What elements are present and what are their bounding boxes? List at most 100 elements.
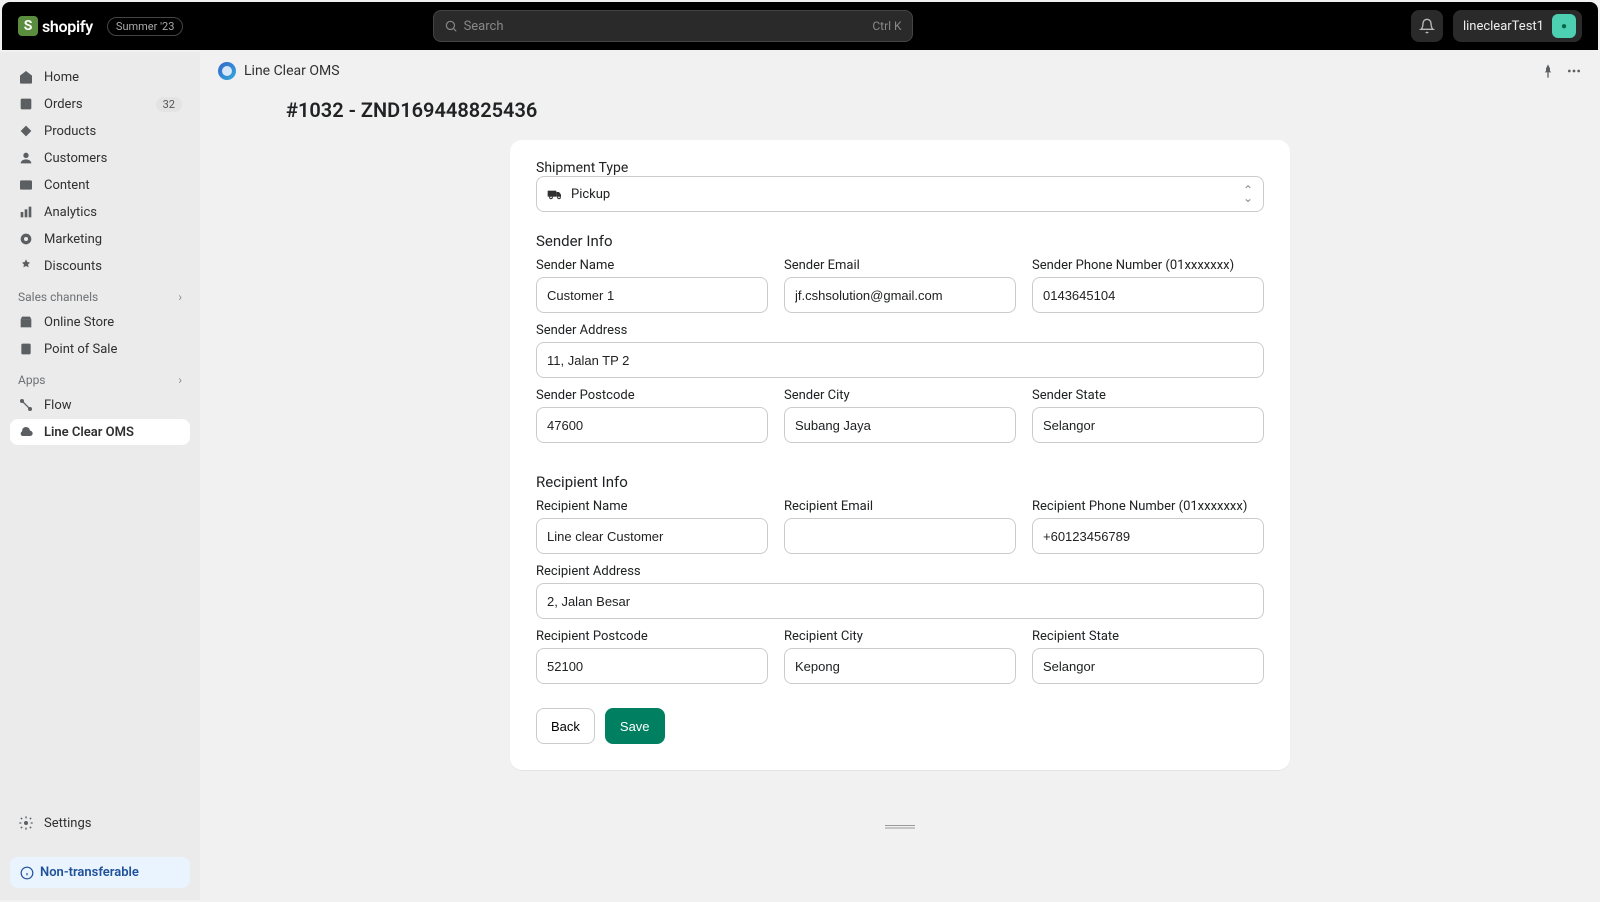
recipient-postcode-label: Recipient Postcode — [536, 629, 768, 644]
app-title: Line Clear OMS — [244, 63, 340, 79]
truck-icon — [547, 188, 563, 200]
recipient-email-label: Recipient Email — [784, 499, 1016, 514]
recipient-email-input[interactable] — [784, 518, 1016, 554]
avatar: ● — [1552, 14, 1576, 38]
recipient-state-label: Recipient State — [1032, 629, 1264, 644]
sender-city-input[interactable] — [784, 407, 1016, 443]
recipient-info-title: Recipient Info — [536, 473, 1264, 491]
recipient-address-input[interactable] — [536, 583, 1264, 619]
app-logo-icon — [218, 62, 236, 80]
home-icon — [18, 69, 34, 85]
sender-address-label: Sender Address — [536, 323, 1264, 338]
recipient-city-label: Recipient City — [784, 629, 1016, 644]
customers-icon — [18, 150, 34, 166]
sidebar-item-home[interactable]: Home — [10, 64, 190, 90]
recipient-address-label: Recipient Address — [536, 564, 1264, 579]
resize-handle[interactable]: ═══ — [200, 810, 1600, 843]
shipment-type-label: Shipment Type — [536, 160, 628, 176]
topbar: S shopify Summer '23 Search Ctrl K linec… — [2, 2, 1598, 50]
chevron-right-icon: › — [178, 373, 182, 387]
sidebar-item-marketing[interactable]: Marketing — [10, 226, 190, 252]
sidebar-item-content[interactable]: Content — [10, 172, 190, 198]
user-menu[interactable]: lineclearTest1 ● — [1453, 10, 1582, 42]
content-icon — [18, 177, 34, 193]
sidebar-item-label: Point of Sale — [44, 342, 117, 357]
sidebar-item-line-clear-oms[interactable]: Line Clear OMS — [10, 419, 190, 445]
shopify-brand[interactable]: S shopify — [18, 16, 93, 36]
sidebar-item-analytics[interactable]: Analytics — [10, 199, 190, 225]
bell-icon — [1419, 18, 1435, 34]
more-button[interactable] — [1566, 63, 1582, 79]
orders-badge: 32 — [156, 97, 182, 112]
sender-name-label: Sender Name — [536, 258, 768, 273]
sidebar: Home Orders 32 Products Customers Conten… — [0, 52, 200, 900]
sales-channels-section[interactable]: Sales channels › — [10, 280, 190, 308]
search-icon — [444, 19, 458, 33]
sidebar-item-orders[interactable]: Orders 32 — [10, 91, 190, 117]
recipient-name-input[interactable] — [536, 518, 768, 554]
sidebar-item-online-store[interactable]: Online Store — [10, 309, 190, 335]
flow-icon — [18, 397, 34, 413]
chevron-right-icon: › — [178, 290, 182, 304]
recipient-name-label: Recipient Name — [536, 499, 768, 514]
sender-address-input[interactable] — [536, 342, 1264, 378]
back-button[interactable]: Back — [536, 708, 595, 744]
app-header: Line Clear OMS — [200, 52, 1600, 90]
sidebar-item-settings[interactable]: Settings — [10, 809, 190, 837]
sidebar-item-products[interactable]: Products — [10, 118, 190, 144]
pin-button[interactable] — [1540, 63, 1556, 79]
sidebar-item-label: Products — [44, 124, 96, 139]
recipient-postcode-input[interactable] — [536, 648, 768, 684]
cloud-icon — [18, 424, 34, 440]
recipient-state-input[interactable] — [1032, 648, 1264, 684]
pos-icon — [18, 341, 34, 357]
sidebar-item-label: Customers — [44, 151, 107, 166]
marketing-icon — [18, 231, 34, 247]
sidebar-item-label: Analytics — [44, 205, 97, 220]
sidebar-item-label: Flow — [44, 398, 72, 413]
sender-postcode-label: Sender Postcode — [536, 388, 768, 403]
info-icon — [20, 866, 34, 880]
analytics-icon — [18, 204, 34, 220]
sender-phone-label: Sender Phone Number (01xxxxxxx) — [1032, 258, 1264, 273]
username: lineclearTest1 — [1463, 19, 1544, 34]
brand-word: shopify — [42, 17, 93, 36]
sidebar-item-label: Online Store — [44, 315, 114, 330]
search-kbd: Ctrl K — [872, 19, 901, 33]
recipient-phone-input[interactable] — [1032, 518, 1264, 554]
sidebar-item-flow[interactable]: Flow — [10, 392, 190, 418]
main-content: Line Clear OMS #1032 - ZND169448825436 S… — [200, 52, 1600, 900]
edition-badge[interactable]: Summer '23 — [107, 17, 183, 36]
sender-state-label: Sender State — [1032, 388, 1264, 403]
search-placeholder: Search — [464, 19, 873, 34]
sender-state-input[interactable] — [1032, 407, 1264, 443]
shipment-form-card: Shipment Type Pickup ⌃⌄ Sender Info Send… — [510, 140, 1290, 770]
sender-name-input[interactable] — [536, 277, 768, 313]
shopify-bag-icon: S — [18, 16, 38, 36]
orders-icon — [18, 96, 34, 112]
recipient-city-input[interactable] — [784, 648, 1016, 684]
select-arrows-icon: ⌃⌄ — [1243, 186, 1253, 202]
sidebar-item-discounts[interactable]: Discounts — [10, 253, 190, 279]
apps-section[interactable]: Apps › — [10, 363, 190, 391]
brand-wrap: S shopify Summer '23 — [18, 16, 183, 36]
save-button[interactable]: Save — [605, 708, 665, 744]
sender-postcode-input[interactable] — [536, 407, 768, 443]
store-icon — [18, 314, 34, 330]
topbar-right: lineclearTest1 ● — [1411, 10, 1582, 42]
sidebar-item-customers[interactable]: Customers — [10, 145, 190, 171]
sidebar-item-label: Discounts — [44, 259, 102, 274]
sidebar-item-pos[interactable]: Point of Sale — [10, 336, 190, 362]
shipment-type-value: Pickup — [571, 187, 610, 202]
notifications-button[interactable] — [1411, 10, 1443, 42]
non-transferable-banner[interactable]: Non-transferable — [10, 857, 190, 888]
shipment-type-select[interactable]: Pickup ⌃⌄ — [536, 176, 1264, 212]
sidebar-item-label: Line Clear OMS — [44, 425, 134, 440]
page-title: #1032 - ZND169448825436 — [286, 98, 1560, 122]
settings-label: Settings — [44, 816, 91, 831]
sender-email-input[interactable] — [784, 277, 1016, 313]
sender-info-title: Sender Info — [536, 232, 1264, 250]
sender-phone-input[interactable] — [1032, 277, 1264, 313]
sender-city-label: Sender City — [784, 388, 1016, 403]
search-input[interactable]: Search Ctrl K — [433, 10, 913, 42]
